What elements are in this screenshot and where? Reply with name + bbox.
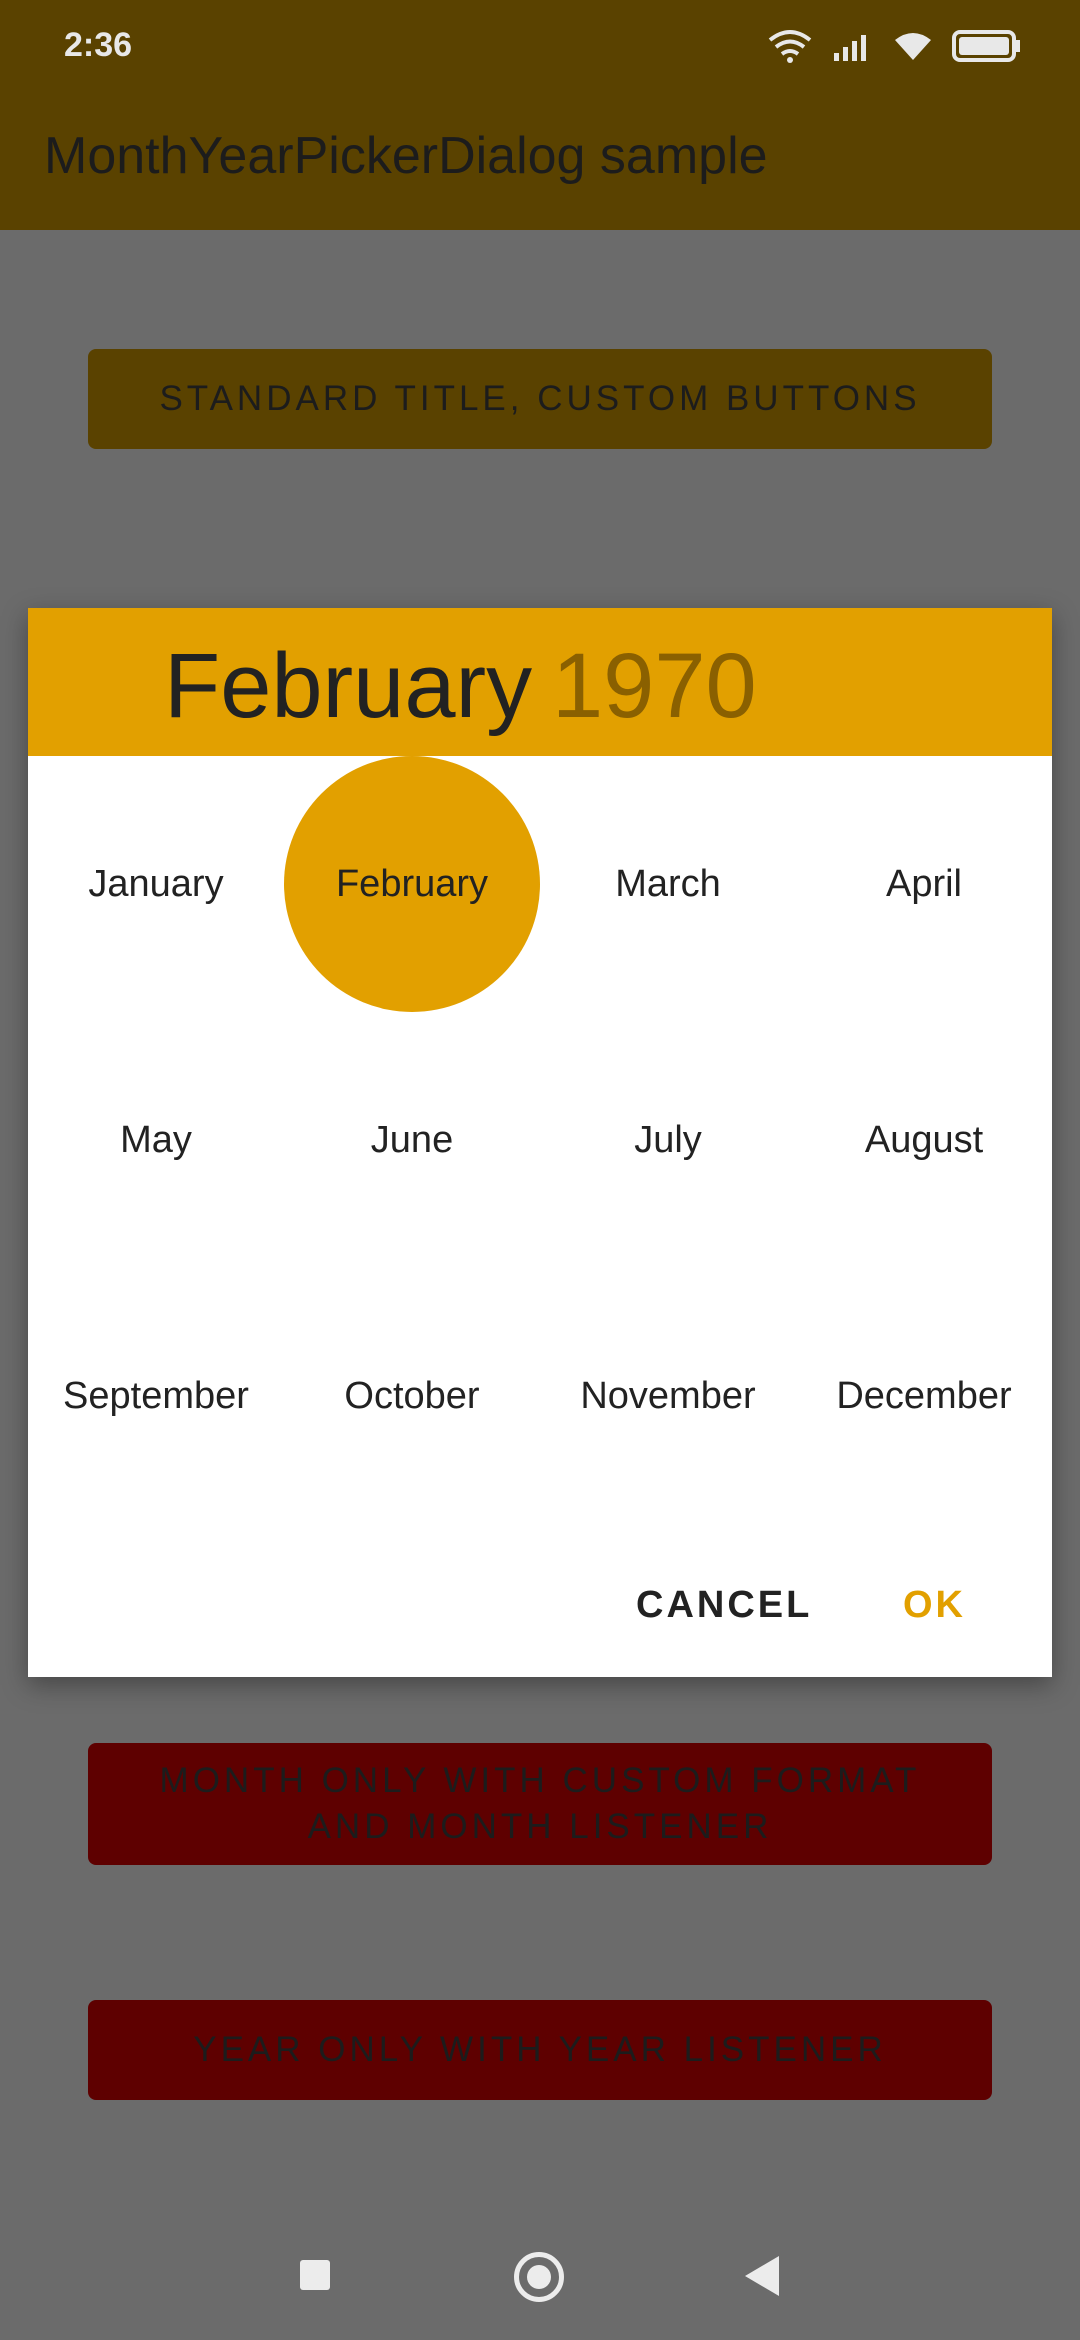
month-only-button-line1: MONTH ONLY WITH CUSTOM FORMAT <box>159 1761 921 1800</box>
month-label: July <box>634 1118 702 1161</box>
month-label: December <box>836 1374 1012 1417</box>
app-bar: MonthYearPickerDialog sample <box>0 96 1080 230</box>
status-time: 2:36 <box>64 26 133 64</box>
month-only-custom-format-button[interactable]: MONTH ONLY WITH CUSTOM FORMAT AND MONTH … <box>88 1743 992 1865</box>
navigation-bar <box>0 2220 1080 2340</box>
status-bar: 2:36 <box>0 0 1080 96</box>
month-label: November <box>580 1374 756 1417</box>
month-october[interactable]: October <box>284 1268 540 1524</box>
cancel-button[interactable]: CANCEL <box>636 1584 812 1627</box>
status-icons <box>766 28 1022 64</box>
month-may[interactable]: May <box>28 1012 284 1268</box>
month-june[interactable]: June <box>284 1012 540 1268</box>
month-september[interactable]: September <box>28 1268 284 1524</box>
back-icon[interactable] <box>745 2256 779 2296</box>
month-label: March <box>615 862 721 905</box>
header-month[interactable]: February <box>164 634 532 739</box>
home-icon[interactable] <box>514 2252 564 2302</box>
month-label: August <box>864 1118 984 1161</box>
ok-button[interactable]: OK <box>903 1584 966 1627</box>
month-january[interactable]: January <box>28 756 284 1012</box>
month-label: September <box>63 1374 249 1417</box>
month-label: April <box>885 862 963 905</box>
app-title: MonthYearPickerDialog sample <box>44 127 768 185</box>
month-february[interactable]: February <box>284 756 540 1012</box>
battery-icon <box>952 30 1020 62</box>
year-only-listener-button[interactable]: YEAR ONLY WITH YEAR LISTENER <box>88 2000 992 2100</box>
month-year-picker-dialog: February 1970 January February March Apr… <box>28 608 1052 1677</box>
month-label: June <box>370 1118 454 1161</box>
standard-title-custom-buttons-button[interactable]: STANDARD TITLE, CUSTOM BUTTONS <box>88 349 992 449</box>
wifi-calling-icon <box>768 30 812 63</box>
month-august[interactable]: August <box>796 1012 1052 1268</box>
month-november[interactable]: November <box>540 1268 796 1524</box>
month-label: January <box>88 862 224 905</box>
month-label: February <box>335 862 489 905</box>
month-only-button-line2: AND MONTH LISTENER <box>307 1807 773 1846</box>
dialog-actions: CANCEL OK <box>28 1568 1052 1668</box>
month-label: May <box>120 1118 192 1161</box>
recents-icon[interactable] <box>300 2260 330 2290</box>
month-december[interactable]: December <box>796 1268 1052 1524</box>
month-label: October <box>344 1374 480 1417</box>
month-april[interactable]: April <box>796 756 1052 1012</box>
wifi-icon <box>895 33 931 60</box>
month-march[interactable]: March <box>540 756 796 1012</box>
month-july[interactable]: July <box>540 1012 796 1268</box>
signal-icon <box>834 35 866 61</box>
header-year[interactable]: 1970 <box>552 634 757 739</box>
dialog-header: February 1970 <box>28 608 1052 756</box>
